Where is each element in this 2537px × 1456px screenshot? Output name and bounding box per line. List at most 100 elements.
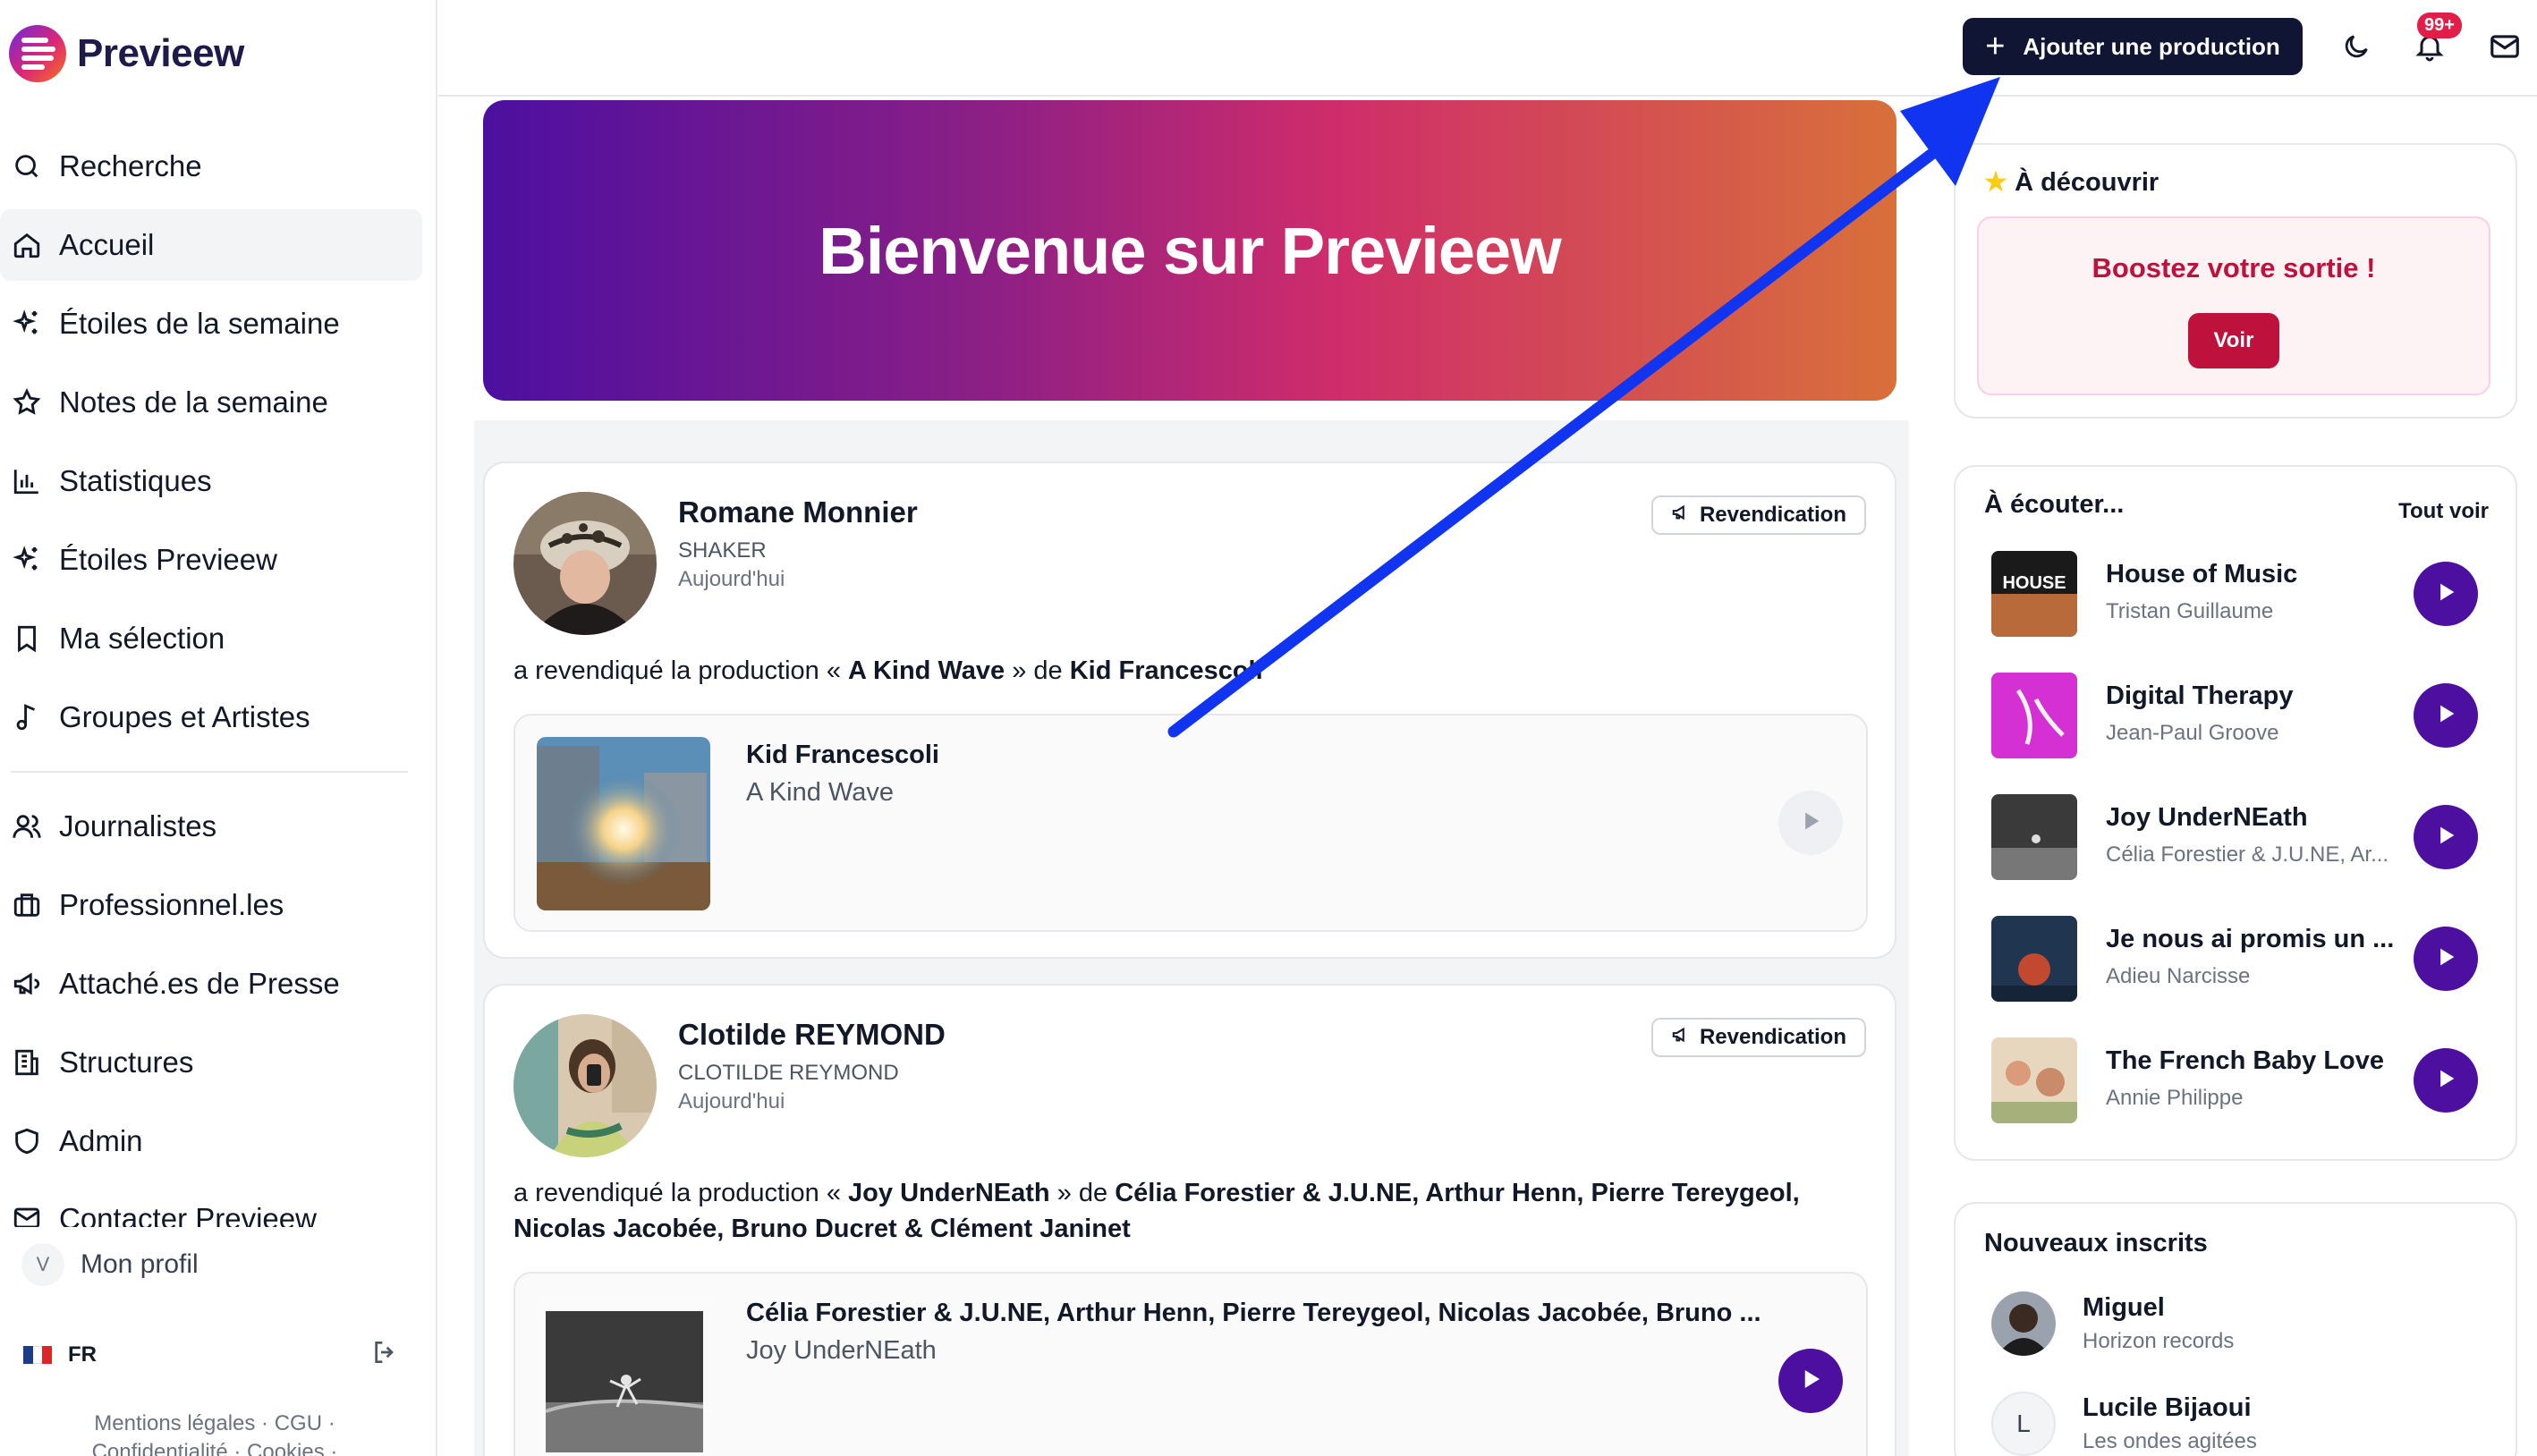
sidebar-item-label: Ma sélection [59, 622, 225, 655]
user-name[interactable]: Clotilde REYMOND [678, 1018, 946, 1052]
sidebar-item-recherche[interactable]: Recherche [0, 131, 422, 202]
track-artist: Tristan Guillaume [2106, 599, 2274, 623]
play-button[interactable] [2414, 683, 2478, 748]
sidebar-item-attaches-presse[interactable]: Attaché.es de Presse [0, 948, 422, 1020]
logo-text: Previeew [77, 31, 244, 75]
sidebar-item-statistiques[interactable]: Statistiques [0, 445, 422, 517]
megaphone-icon [1671, 1025, 1691, 1050]
track-title: Digital Therapy [2106, 681, 2294, 710]
sidebar-item-label: Étoiles de la semaine [59, 307, 340, 340]
legal-line-2[interactable]: Confidentialité · Cookies · [54, 1438, 376, 1456]
music-note-icon [11, 701, 43, 733]
play-button[interactable] [2414, 562, 2478, 626]
star-icon: ★ [1984, 168, 2007, 197]
track-cover [1991, 916, 2077, 1002]
sidebar-item-label: Accueil [59, 228, 155, 261]
message-production[interactable]: A Kind Wave [848, 656, 1005, 685]
play-button[interactable] [2414, 1048, 2478, 1113]
feed-card: Clotilde REYMOND CLOTILDE REYMOND Aujour… [483, 984, 1896, 1456]
track-artist: Célia Forestier & J.U.NE, Ar... [2106, 842, 2389, 867]
user-name: Lucile Bijaoui [2083, 1393, 2252, 1422]
production-title[interactable]: Joy UnderNEath [746, 1336, 937, 1366]
new-users-panel: Nouveaux inscrits Miguel Horizon records… [1954, 1202, 2517, 1456]
sidebar-item-structures[interactable]: Structures [0, 1027, 422, 1098]
user-organization: SHAKER [678, 538, 767, 563]
sidebar-item-etoiles-previeew[interactable]: Étoiles Previeew [0, 524, 422, 596]
user-name[interactable]: Romane Monnier [678, 495, 918, 529]
sidebar: Previeew Recherche Accueil Étoiles de la… [0, 0, 437, 1456]
voir-button[interactable]: Voir [2188, 313, 2279, 368]
discover-panel: ★ À découvrir Boostez votre sortie ! Voi… [1954, 143, 2517, 419]
sidebar-item-label: Journalistes [59, 809, 217, 842]
sidebar-item-professionnels[interactable]: Professionnel.les [0, 869, 422, 941]
sidebar-item-admin[interactable]: Admin [0, 1105, 422, 1177]
mail-icon[interactable] [2485, 27, 2524, 66]
sidebar-item-label: Attaché.es de Presse [59, 967, 340, 1000]
play-icon [2433, 701, 2458, 731]
sidebar-item-label: Notes de la semaine [59, 385, 328, 419]
track-item[interactable]: Je nous ai promis un ... Adieu Narcisse [1991, 916, 2492, 1002]
track-item[interactable]: HOUSE House of Music Tristan Guillaume [1991, 551, 2492, 637]
track-cover [1991, 794, 2077, 880]
legal-line-1[interactable]: Mentions légales · CGU · [54, 1409, 376, 1438]
welcome-title: Bienvenue sur Previeew [819, 213, 1561, 288]
play-button[interactable] [2414, 805, 2478, 869]
flag-fr-icon[interactable] [23, 1345, 53, 1364]
logout-icon[interactable] [370, 1338, 399, 1371]
language-code[interactable]: FR [68, 1342, 97, 1367]
building-icon [11, 1046, 43, 1079]
play-button[interactable] [1778, 1349, 1843, 1413]
sidebar-item-journalistes[interactable]: Journalistes [0, 791, 422, 862]
avatar[interactable] [513, 1014, 657, 1157]
sidebar-item-accueil[interactable]: Accueil [0, 209, 422, 281]
track-item[interactable]: Digital Therapy Jean-Paul Groove [1991, 673, 2492, 758]
message-mid: » de [1049, 1179, 1116, 1207]
sidebar-item-notes-semaine[interactable]: Notes de la semaine [0, 367, 422, 438]
track-item[interactable]: Joy UnderNEath Célia Forestier & J.U.NE,… [1991, 794, 2492, 880]
production-artist[interactable]: Kid Francescoli [746, 741, 939, 770]
track-artist: Adieu Narcisse [2106, 964, 2251, 988]
shield-icon [11, 1125, 43, 1157]
message-mid: » de [1005, 656, 1070, 685]
message-production[interactable]: Joy UnderNEath [848, 1179, 1050, 1207]
mail-icon [11, 1202, 43, 1227]
new-user-item[interactable]: Miguel Horizon records [1991, 1291, 2492, 1363]
production-card[interactable]: Kid Francescoli A Kind Wave [513, 714, 1868, 932]
message-artist[interactable]: Kid Francescoli [1070, 656, 1263, 685]
profile-link[interactable]: V Mon profil [21, 1243, 199, 1286]
sidebar-item-label: Structures [59, 1045, 194, 1079]
sidebar-item-label: Contacter Previeew [59, 1202, 317, 1227]
track-item[interactable]: The French Baby Love Annie Philippe [1991, 1037, 2492, 1123]
production-artist[interactable]: Célia Forestier & J.U.NE, Arthur Henn, P… [746, 1299, 1761, 1328]
feed-card: Romane Monnier SHAKER Aujourd'hui Revend… [483, 461, 1896, 959]
user-name: Miguel [2083, 1293, 2165, 1322]
sidebar-item-label: Recherche [59, 149, 202, 182]
bookmark-icon [11, 622, 43, 655]
production-card[interactable]: Célia Forestier & J.U.NE, Arthur Henn, P… [513, 1272, 1868, 1456]
logo[interactable]: Previeew [9, 25, 244, 82]
new-users-title: Nouveaux inscrits [1984, 1229, 2208, 1257]
star-icon [11, 386, 43, 419]
post-date: Aujourd'hui [678, 567, 785, 591]
avatar[interactable] [513, 492, 657, 635]
profile-label: Mon profil [81, 1249, 199, 1279]
legal-links[interactable]: Mentions légales · CGU · Confidentialité… [54, 1409, 376, 1456]
play-button[interactable] [1778, 791, 1843, 855]
language-row: FR [23, 1338, 399, 1371]
production-title[interactable]: A Kind Wave [746, 778, 894, 808]
see-all-link[interactable]: Tout voir [2398, 499, 2489, 524]
sidebar-item-ma-selection[interactable]: Ma sélection [0, 603, 422, 674]
play-icon [2433, 580, 2458, 609]
sidebar-item-groupes-artistes[interactable]: Groupes et Artistes [0, 681, 422, 753]
megaphone-icon [11, 968, 43, 1000]
play-button[interactable] [2414, 927, 2478, 991]
welcome-banner: Bienvenue sur Previeew [483, 100, 1896, 401]
add-production-button[interactable]: + Ajouter une production [1963, 18, 2303, 75]
new-user-item[interactable]: L Lucile Bijaoui Les ondes agitées [1991, 1392, 2492, 1456]
sidebar-item-contacter[interactable]: Contacter Previeew [0, 1184, 422, 1227]
avatar [1991, 1291, 2056, 1356]
sidebar-item-etoiles-semaine[interactable]: Étoiles de la semaine [0, 288, 422, 360]
dark-mode-icon[interactable] [2337, 27, 2376, 66]
track-title: Joy UnderNEath [2106, 803, 2308, 832]
briefcase-icon [11, 889, 43, 921]
